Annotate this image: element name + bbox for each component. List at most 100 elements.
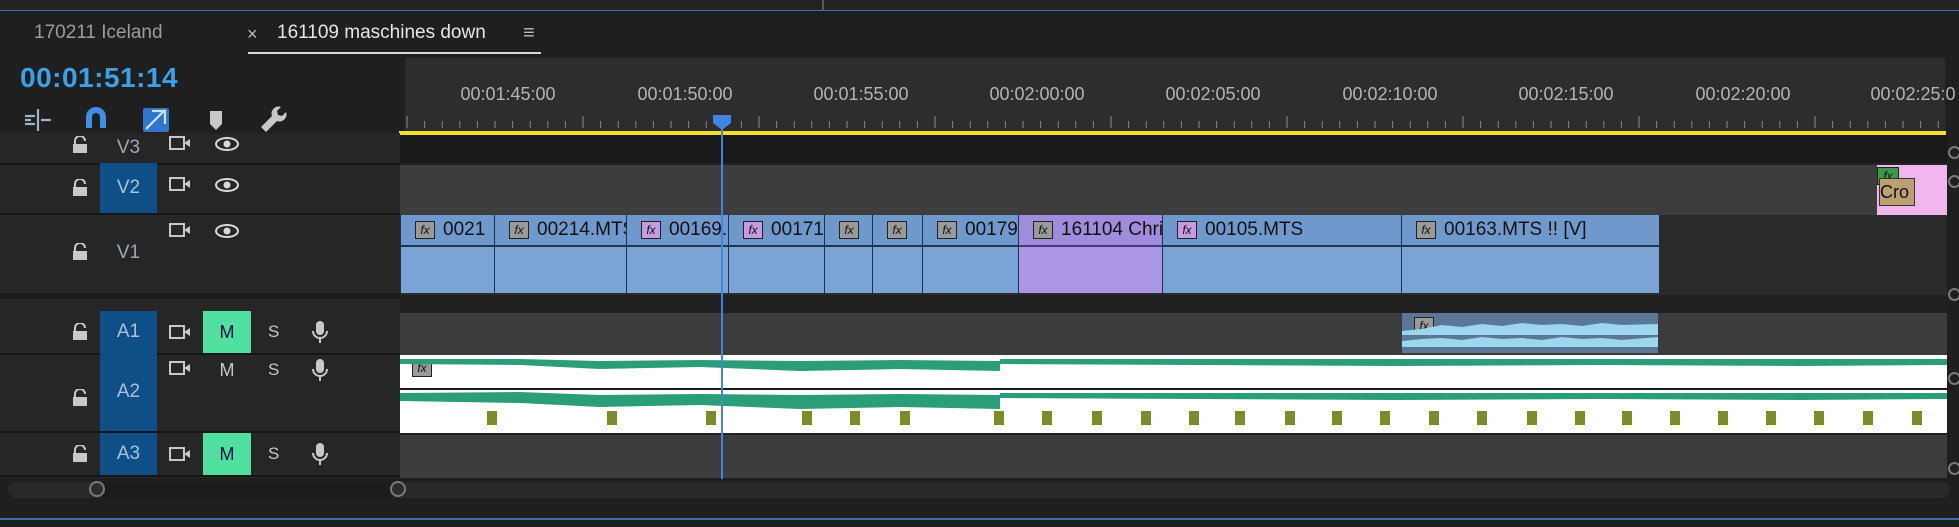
- zoom-handle-left[interactable]: [89, 481, 105, 497]
- sync-lock-icon[interactable]: [168, 445, 192, 463]
- zoom-handle-right[interactable]: [390, 481, 406, 497]
- vertical-zoom-handle[interactable]: [1948, 146, 1959, 159]
- vertical-zoom-handle[interactable]: [1948, 372, 1959, 385]
- time-ruler[interactable]: 00:01:45:00 00:01:50:00 00:01:55:00 00:0…: [405, 58, 1956, 134]
- clip-marker[interactable]: [900, 411, 910, 425]
- sync-lock-icon[interactable]: [168, 323, 192, 341]
- vertical-zoom-handle[interactable]: [1948, 462, 1959, 475]
- lane-a3[interactable]: [400, 435, 1947, 478]
- a1-audio-clip[interactable]: fx: [1402, 313, 1658, 353]
- clip-marker[interactable]: [1141, 411, 1151, 425]
- eye-icon[interactable]: [214, 223, 240, 239]
- lock-icon[interactable]: [72, 389, 88, 407]
- v1-clip[interactable]: fx 00179.I: [922, 215, 1018, 293]
- clip-marker[interactable]: [1189, 411, 1199, 425]
- clip-marker[interactable]: [1718, 411, 1728, 425]
- vertical-zoom-handle[interactable]: [1948, 175, 1959, 188]
- tab-close-icon[interactable]: ×: [247, 24, 258, 45]
- clip-marker[interactable]: [1670, 411, 1680, 425]
- clip-marker[interactable]: [994, 411, 1004, 425]
- v2-clip[interactable]: fx Cro: [1877, 165, 1947, 215]
- tab-170211-iceland[interactable]: 170211 Iceland: [34, 22, 163, 44]
- wrench-icon[interactable]: [258, 104, 290, 136]
- linked-selection-icon[interactable]: [140, 104, 172, 136]
- clip-marker[interactable]: [1285, 411, 1295, 425]
- clip-marker[interactable]: [1235, 411, 1245, 425]
- clip-marker[interactable]: [1863, 411, 1873, 425]
- tab-161109-maschines-down[interactable]: 161109 maschines down: [277, 22, 486, 44]
- eye-icon[interactable]: [214, 136, 240, 152]
- mute-button-a2[interactable]: M: [203, 353, 251, 387]
- fx-badge: fx: [743, 221, 763, 239]
- lane-v1[interactable]: fx 0021 fx 00214.MTS fx 00169.M fx 00171.I f…: [400, 215, 1947, 295]
- tab-menu-icon[interactable]: ≡: [523, 22, 535, 45]
- lock-icon[interactable]: [72, 179, 88, 197]
- lock-icon[interactable]: [72, 445, 88, 463]
- snap-magnet-icon[interactable]: [80, 104, 112, 136]
- timeline-tracks[interactable]: fx Cro fx 0021 fx 00214.MTS fx 00169.M fx 00…: [400, 135, 1947, 478]
- track-label-v3[interactable]: V3: [100, 133, 157, 163]
- v1-clip[interactable]: fx: [872, 215, 922, 293]
- mute-button-a1[interactable]: M: [203, 311, 251, 353]
- clip-marker[interactable]: [1092, 411, 1102, 425]
- clip-marker[interactable]: [607, 411, 617, 425]
- track-label-v1[interactable]: V1: [100, 213, 157, 293]
- insert-edit-icon[interactable]: [22, 104, 54, 136]
- sync-lock-icon[interactable]: [168, 359, 192, 377]
- lane-a2[interactable]: fx: [400, 355, 1947, 433]
- eye-icon[interactable]: [214, 177, 240, 193]
- clip-marker[interactable]: [1527, 411, 1537, 425]
- v1-clip[interactable]: fx 0021: [400, 215, 494, 293]
- microphone-icon[interactable]: [312, 358, 328, 382]
- track-header-v2: V2: [0, 163, 400, 215]
- track-label-a2[interactable]: A2: [100, 353, 157, 431]
- clip-marker[interactable]: [1332, 411, 1342, 425]
- solo-button-a2[interactable]: S: [268, 360, 279, 380]
- v1-clip[interactable]: fx 00105.MTS: [1162, 215, 1401, 293]
- clip-marker[interactable]: [1380, 411, 1390, 425]
- vertical-zoom-handle[interactable]: [1948, 288, 1959, 301]
- playhead-timecode[interactable]: 00:01:51:14: [20, 62, 178, 94]
- microphone-icon[interactable]: [312, 442, 328, 466]
- track-label-v2[interactable]: V2: [100, 163, 157, 213]
- solo-button-a1[interactable]: S: [268, 322, 279, 342]
- sync-lock-icon[interactable]: [168, 134, 192, 152]
- v1-clip[interactable]: fx 00171.I: [728, 215, 824, 293]
- clip-marker[interactable]: [1575, 411, 1585, 425]
- lane-v3[interactable]: [400, 135, 1947, 163]
- video-audio-divider[interactable]: [0, 293, 400, 299]
- mute-button-a3[interactable]: M: [203, 433, 251, 475]
- clip-marker[interactable]: [1042, 411, 1052, 425]
- v1-nested-sequence-clip[interactable]: fx 161104 Chrise: [1018, 215, 1162, 293]
- microphone-icon[interactable]: [312, 320, 328, 344]
- v1-clip[interactable]: fx 00163.MTS !! [V]: [1401, 215, 1659, 293]
- scrollbar-thumb[interactable]: [89, 481, 406, 498]
- clip-marker[interactable]: [850, 411, 860, 425]
- lock-icon[interactable]: [72, 136, 88, 154]
- sync-lock-icon[interactable]: [168, 175, 192, 193]
- clip-marker[interactable]: [1912, 411, 1922, 425]
- clip-marker[interactable]: [1622, 411, 1632, 425]
- track-label-a1[interactable]: A1: [100, 311, 157, 353]
- v1-clip[interactable]: fx 00169.M: [626, 215, 728, 293]
- clip-marker[interactable]: [706, 411, 716, 425]
- clip-marker[interactable]: [1477, 411, 1487, 425]
- v1-clip[interactable]: fx: [824, 215, 872, 293]
- v1-clip[interactable]: fx 00214.MTS: [494, 215, 626, 293]
- track-label-a3[interactable]: A3: [100, 433, 157, 475]
- clip-marker[interactable]: [487, 411, 497, 425]
- clip-marker[interactable]: [802, 411, 812, 425]
- lane-v2[interactable]: fx Cro: [400, 165, 1947, 215]
- clip-marker[interactable]: [1766, 411, 1776, 425]
- horizontal-zoom-scrollbar[interactable]: [8, 481, 1950, 498]
- clip-marker[interactable]: [1814, 411, 1824, 425]
- lock-icon[interactable]: [72, 243, 88, 261]
- playhead-line[interactable]: [721, 121, 723, 479]
- solo-button-a3[interactable]: S: [268, 444, 279, 464]
- ruler-label: 00:02:20:00: [1695, 84, 1791, 104]
- add-marker-icon[interactable]: [200, 104, 232, 136]
- lane-a1[interactable]: fx: [400, 313, 1947, 355]
- lock-icon[interactable]: [72, 323, 88, 341]
- sync-lock-icon[interactable]: [168, 221, 192, 239]
- clip-marker[interactable]: [1429, 411, 1439, 425]
